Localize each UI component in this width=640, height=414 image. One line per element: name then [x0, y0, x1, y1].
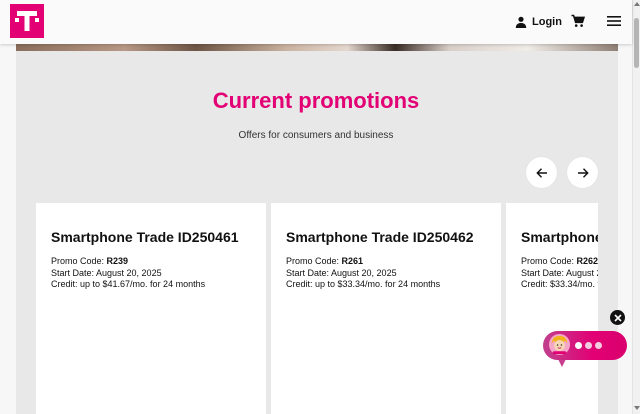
promo-credit: Credit: up to $33.34/mo. for 24 months	[286, 279, 441, 289]
site-header: Login	[0, 0, 632, 44]
hero-image-strip	[16, 44, 618, 51]
t-logo-icon	[15, 11, 39, 31]
promo-card[interactable]: Smartphone Trade ID250463 Promo Code: R2…	[506, 203, 598, 414]
promo-card[interactable]: Smartphone Trade ID250461 Promo Code: R2…	[36, 203, 266, 414]
arrow-right-icon	[577, 167, 589, 178]
hamburger-menu-button[interactable]	[607, 14, 623, 30]
page: Login Current promotions Offers for cons…	[0, 0, 640, 414]
promo-code-value: R239	[106, 256, 129, 266]
promo-code-value: R261	[341, 256, 364, 266]
login-label: Login	[532, 16, 562, 28]
user-icon	[515, 16, 527, 28]
promo-code-line: Promo Code: R261	[286, 256, 486, 268]
carousel-prev-button[interactable]	[526, 157, 557, 188]
promo-code-label: Promo Code:	[51, 256, 107, 266]
section-title: Current promotions	[212, 88, 420, 113]
chat-close-button[interactable]	[610, 310, 625, 325]
carousel-next-button[interactable]	[567, 157, 598, 188]
typing-dot	[585, 342, 592, 349]
login-button[interactable]: Login	[515, 14, 562, 30]
scroll-up-arrow-icon[interactable]	[634, 2, 640, 6]
close-icon	[613, 313, 622, 322]
chat-avatar-icon	[548, 333, 571, 356]
page-scrollbar[interactable]	[632, 0, 640, 414]
cart-icon	[571, 14, 586, 27]
t-mobile-logo[interactable]	[10, 4, 44, 38]
promo-code-line: Promo Code: R262	[521, 256, 598, 268]
promo-card-title: Smartphone Trade ID250463	[521, 229, 598, 245]
promo-code-value: R262	[576, 256, 598, 266]
typing-indicator	[575, 342, 602, 349]
scroll-thumb[interactable]	[634, 18, 639, 68]
promo-start-date: Start Date: August 20, 2025	[51, 267, 162, 278]
promo-code-label: Promo Code:	[286, 256, 342, 266]
promotions-carousel[interactable]: Smartphone Trade ID250461 Promo Code: R2…	[36, 203, 598, 414]
scroll-down-arrow-icon[interactable]	[634, 406, 640, 410]
promo-credit: Credit: $33.34/mo. for 24 months	[521, 279, 598, 289]
arrow-left-icon	[535, 167, 547, 178]
typing-dot	[595, 342, 602, 349]
promo-credit: Credit: up to $41.67/mo. for 24 months	[51, 279, 206, 289]
promo-code-line: Promo Code: R239	[51, 256, 251, 268]
promo-card[interactable]: Smartphone Trade ID250462 Promo Code: R2…	[271, 203, 501, 414]
promo-start-date: Start Date: August 20, 2025	[521, 267, 598, 278]
promo-card-title: Smartphone Trade ID250462	[286, 229, 474, 245]
promo-start-date: Start Date: August 20, 2025	[286, 267, 397, 278]
section-subtitle: Offers for consumers and business	[238, 130, 394, 141]
cart-button[interactable]	[571, 14, 587, 30]
hamburger-menu-icon	[607, 16, 621, 26]
typing-dot	[575, 342, 582, 349]
promo-code-label: Promo Code:	[521, 256, 577, 266]
promo-card-title: Smartphone Trade ID250461	[51, 229, 239, 245]
